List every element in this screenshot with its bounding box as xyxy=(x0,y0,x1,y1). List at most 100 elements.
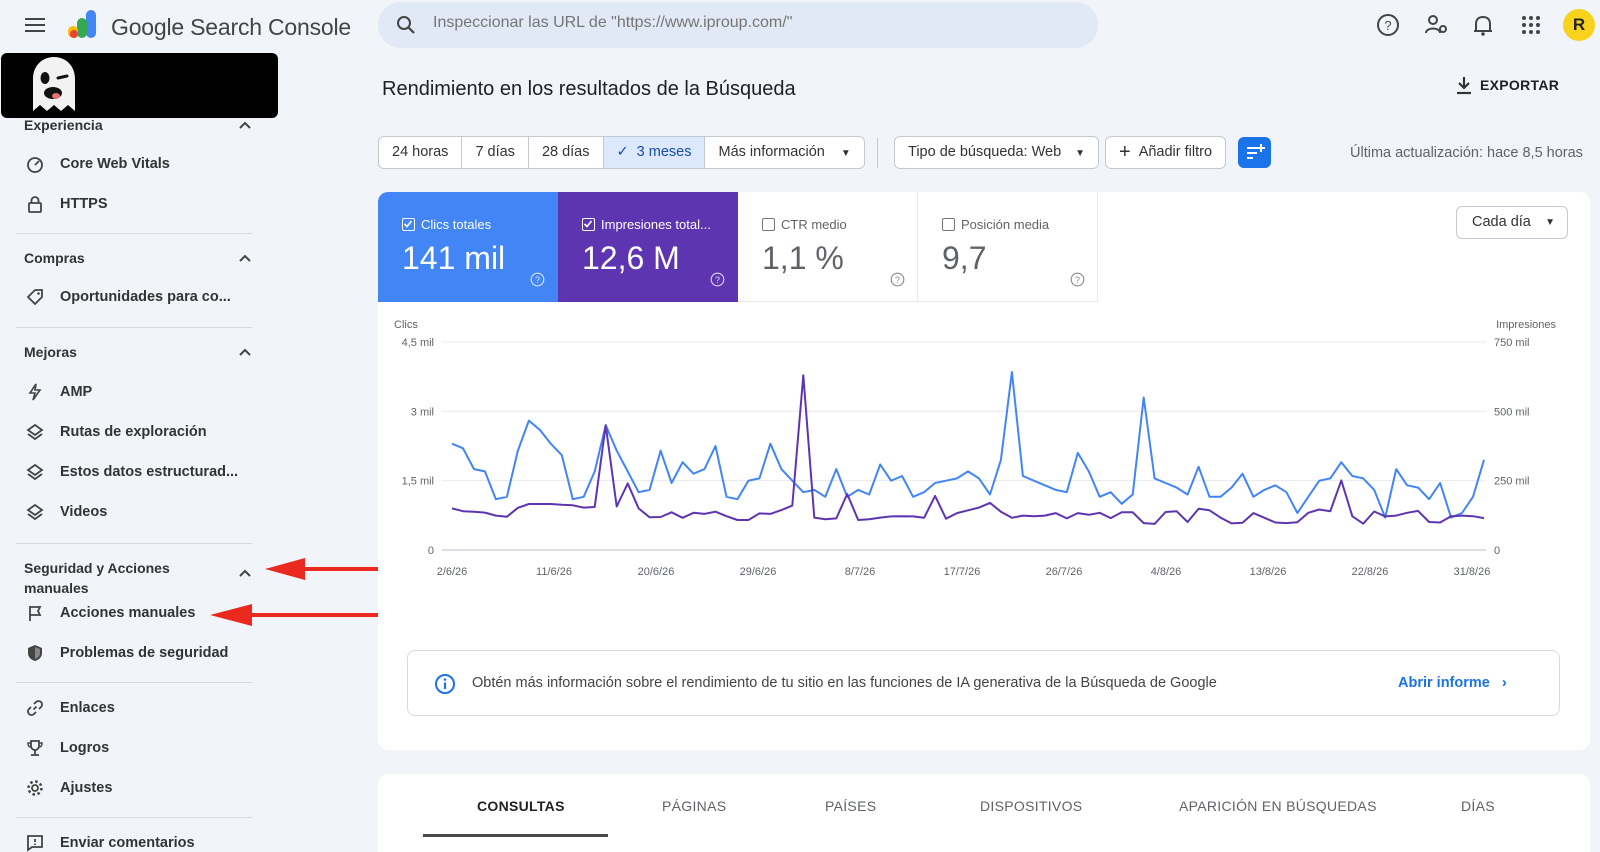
sidebar-item-logros[interactable]: Logros xyxy=(0,731,252,765)
sidebar-item-oportunidades[interactable]: Oportunidades para co... xyxy=(0,280,252,314)
sidebar-item-rutas[interactable]: Rutas de exploración xyxy=(0,415,252,449)
search-input[interactable] xyxy=(433,14,1073,32)
metric-value: 141 mil xyxy=(402,240,506,276)
sidebar-item-label: Problemas de seguridad xyxy=(60,645,229,661)
granularity-dropdown[interactable]: Cada día ▼ xyxy=(1456,206,1568,239)
checkbox-unchecked-icon xyxy=(942,218,955,231)
section-mejoras[interactable]: Mejoras xyxy=(24,344,77,360)
chevron-up-icon[interactable] xyxy=(238,251,252,265)
sidebar-item-videos[interactable]: Videos xyxy=(0,495,252,529)
left-tick-label: 1,5 mil xyxy=(402,476,434,488)
shield-icon xyxy=(28,645,42,661)
redaction-box xyxy=(1,53,278,118)
sidebar-item-label: Estos datos estructurad... xyxy=(60,464,239,480)
user-settings-icon[interactable] xyxy=(1423,12,1449,38)
sidebar-item-label: Logros xyxy=(60,740,110,756)
plus-icon: + xyxy=(1119,141,1131,163)
left-tick-label: 4,5 mil xyxy=(402,337,434,349)
tab-paginas[interactable]: PÁGINAS xyxy=(662,798,726,814)
performance-chart: Clics Impresiones 4,5 mil 750 mil 3 mil 500 m… xyxy=(394,319,1556,578)
download-icon xyxy=(1457,77,1471,95)
sidebar-item-enviar-comentarios[interactable]: Enviar comentarios xyxy=(0,826,252,852)
url-inspect-search[interactable] xyxy=(378,2,1098,48)
search-type-dropdown[interactable]: Tipo de búsqueda: Web ▼ xyxy=(894,136,1100,169)
caret-down-icon: ▼ xyxy=(840,148,851,159)
search-console-logo xyxy=(68,10,96,38)
layers-icon xyxy=(26,423,44,441)
filter-add-icon xyxy=(1247,144,1265,159)
chevron-up-icon[interactable] xyxy=(238,345,252,359)
trophy-icon xyxy=(27,740,43,756)
range-more[interactable]: Más información ▼ xyxy=(705,137,863,168)
feedback-icon xyxy=(27,835,43,852)
page-title: Rendimiento en los resultados de la Búsq… xyxy=(382,78,796,100)
annotation-arrow-1 xyxy=(265,558,380,580)
info-icon xyxy=(435,674,455,694)
gauge-icon xyxy=(27,157,43,173)
add-filter-button[interactable]: + Añadir filtro xyxy=(1105,136,1227,169)
range-more-label: Más información xyxy=(718,144,825,160)
help-circle-icon[interactable]: ? xyxy=(530,272,545,287)
help-circle-icon[interactable]: ? xyxy=(710,272,725,287)
right-tick-label: 0 xyxy=(1494,545,1500,557)
x-tick-label: 22/8/26 xyxy=(1352,566,1389,578)
metric-value: 1,1 % xyxy=(762,240,844,276)
notifications-bell-icon[interactable] xyxy=(1470,12,1496,38)
help-circle-icon[interactable]: ? xyxy=(890,272,905,287)
tab-paises[interactable]: PAÍSES xyxy=(825,798,876,814)
sidebar-item-problemas-seguridad[interactable]: Problemas de seguridad xyxy=(0,636,252,670)
left-axis-title: Clics xyxy=(394,319,418,331)
chevron-up-icon[interactable] xyxy=(238,566,252,580)
metric-position[interactable]: Posición media 9,7 ? xyxy=(918,192,1098,302)
section-experiencia[interactable]: Experiencia xyxy=(24,117,103,133)
metric-clicks[interactable]: Clics totales 141 mil ? xyxy=(378,192,558,302)
sidebar-item-ajustes[interactable]: Ajustes xyxy=(0,771,252,805)
section-seguridad-line1[interactable]: Seguridad y Acciones xyxy=(24,560,170,576)
filter-settings-button[interactable] xyxy=(1238,137,1271,168)
x-tick-label: 31/8/26 xyxy=(1454,566,1491,578)
tab-dias[interactable]: DÍAS xyxy=(1461,798,1495,814)
chevron-up-icon[interactable] xyxy=(238,118,252,132)
account-avatar[interactable]: R xyxy=(1563,9,1595,41)
sidebar-divider xyxy=(16,327,252,328)
chevron-right-icon: › xyxy=(1501,675,1507,691)
open-report-link[interactable]: Abrir informe › xyxy=(1398,675,1507,691)
tab-aparicion[interactable]: APARICIÓN EN BÚSQUEDAS xyxy=(1179,798,1377,814)
help-circle-icon[interactable]: ? xyxy=(1070,272,1085,287)
sidebar-item-https[interactable]: HTTPS xyxy=(0,187,252,221)
sidebar-item-amp[interactable]: AMP xyxy=(0,375,252,409)
date-range-selector: 24 horas 7 días 28 días ✓ 3 meses Más inf… xyxy=(378,136,865,169)
svg-text:?: ? xyxy=(1075,275,1080,285)
sidebar-item-label: Enviar comentarios xyxy=(60,835,195,851)
tab-dispositivos[interactable]: DISPOSITIVOS xyxy=(980,798,1082,814)
metric-ctr[interactable]: CTR medio 1,1 % ? xyxy=(738,192,918,302)
help-icon[interactable]: ? xyxy=(1375,12,1401,38)
series-line-clics xyxy=(451,371,1485,519)
bolt-icon xyxy=(28,383,42,401)
range-28d[interactable]: 28 días xyxy=(529,137,604,168)
metric-impressions[interactable]: Impresiones total... 12,6 M ? xyxy=(558,192,738,302)
x-tick-label: 20/6/26 xyxy=(638,566,675,578)
active-tab-indicator xyxy=(423,834,608,837)
caret-down-icon: ▼ xyxy=(1075,148,1086,159)
sidebar-divider xyxy=(16,543,252,544)
sidebar-item-label: Core Web Vitals xyxy=(60,156,170,172)
main-menu-button[interactable] xyxy=(22,14,48,36)
x-tick-label: 13/8/26 xyxy=(1250,566,1287,578)
sidebar-item-enlaces[interactable]: Enlaces xyxy=(0,691,252,725)
section-seguridad-line2[interactable]: manuales xyxy=(24,580,89,596)
caret-down-icon: ▼ xyxy=(1545,217,1555,228)
range-24h[interactable]: 24 horas xyxy=(379,137,463,168)
search-icon xyxy=(397,16,415,34)
range-7d[interactable]: 7 días xyxy=(462,137,529,168)
tab-consultas[interactable]: CONSULTAS xyxy=(477,798,565,814)
export-button[interactable]: EXPORTAR xyxy=(1457,77,1559,95)
sidebar-item-label: Rutas de exploración xyxy=(60,424,207,440)
apps-grid-icon[interactable] xyxy=(1518,12,1544,38)
sidebar-item-core-web-vitals[interactable]: Core Web Vitals xyxy=(0,147,252,181)
right-axis-title: Impresiones xyxy=(1496,319,1556,331)
section-compras[interactable]: Compras xyxy=(24,250,85,266)
range-3m[interactable]: ✓ 3 meses xyxy=(603,137,706,168)
granularity-label: Cada día xyxy=(1472,214,1531,230)
sidebar-item-datos-estructurados[interactable]: Estos datos estructurad... xyxy=(0,455,252,489)
